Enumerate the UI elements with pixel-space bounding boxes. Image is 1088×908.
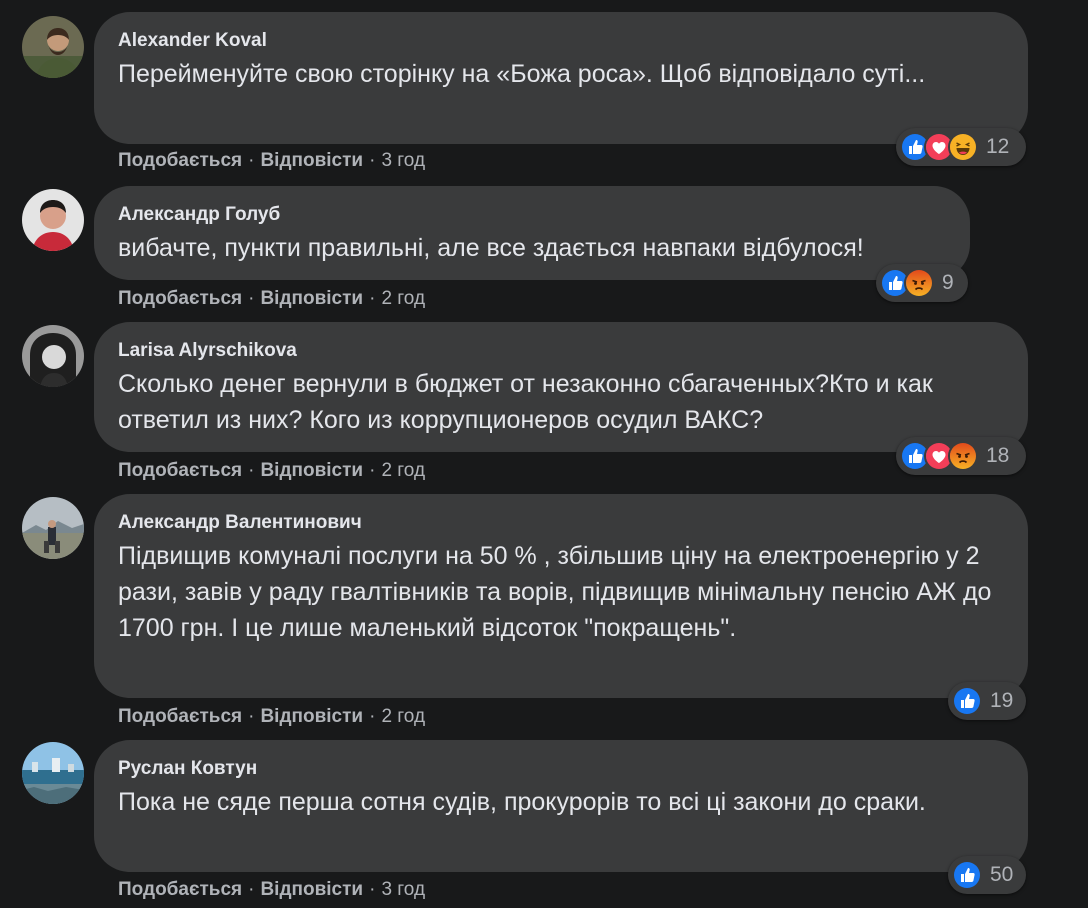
comment-text: Пока не сяде перша сотня судів, прокурор… <box>118 788 926 816</box>
like-link[interactable]: Подобається <box>118 879 242 900</box>
comment-timestamp[interactable]: 3 год <box>381 150 425 171</box>
comment-author[interactable]: Александр Валентинович <box>118 512 1002 534</box>
angry-icon <box>904 268 934 298</box>
comment-actions: Подобається · Відповісти · 2 год <box>118 288 426 309</box>
avatar[interactable] <box>22 742 84 804</box>
avatar[interactable] <box>22 189 84 251</box>
comment-timestamp[interactable]: 2 год <box>381 706 425 727</box>
like-link[interactable]: Подобається <box>118 460 242 481</box>
like-icon <box>952 686 982 716</box>
reply-link[interactable]: Відповісти <box>260 288 363 309</box>
comment-text: вибачте, пункти правильні, але все здаєт… <box>118 234 864 262</box>
comment-author[interactable]: Larisa Alyrschikova <box>118 340 1002 362</box>
comment-bubble: Руслан Ковтун Пока не сяде перша сотня с… <box>94 740 1028 872</box>
comment-text: Підвищив комуналі послуги на 50 % , збіл… <box>118 542 992 642</box>
avatar[interactable] <box>22 497 84 559</box>
like-link[interactable]: Подобається <box>118 288 242 309</box>
reaction-summary[interactable]: 19 <box>948 682 1026 720</box>
avatar[interactable] <box>22 325 84 387</box>
avatar[interactable] <box>22 16 84 78</box>
reaction-count: 12 <box>986 135 1010 158</box>
reply-link[interactable]: Відповісти <box>260 150 363 171</box>
reaction-summary[interactable]: 12 <box>896 128 1026 166</box>
haha-icon <box>948 132 978 162</box>
reaction-count: 18 <box>986 444 1010 467</box>
comment-actions: Подобається · Відповісти · 2 год <box>118 706 426 727</box>
like-icon <box>952 860 982 890</box>
comment-actions: Подобається · Відповісти · 3 год <box>118 879 426 900</box>
comment-actions: Подобається · Відповісти · 3 год <box>118 150 426 171</box>
comment-bubble: Larisa Alyrschikova Сколько денег вернул… <box>94 322 1028 452</box>
reply-link[interactable]: Відповісти <box>260 879 363 900</box>
comment-timestamp[interactable]: 2 год <box>381 460 425 481</box>
comment-actions: Подобається · Відповісти · 2 год <box>118 460 426 481</box>
comment-bubble: Александр Голуб вибачте, пункти правильн… <box>94 186 970 280</box>
reaction-summary[interactable]: 50 <box>948 856 1026 894</box>
like-link[interactable]: Подобається <box>118 706 242 727</box>
reply-link[interactable]: Відповісти <box>260 706 363 727</box>
angry-icon <box>948 441 978 471</box>
comment-text: Сколько денег вернули в бюджет от незако… <box>118 370 933 434</box>
reaction-count: 9 <box>942 271 954 294</box>
comment-bubble: Alexander Koval Перейменуйте свою сторін… <box>94 12 1028 144</box>
like-link[interactable]: Подобається <box>118 150 242 171</box>
comment-bubble: Александр Валентинович Підвищив комуналі… <box>94 494 1028 698</box>
comment-author[interactable]: Alexander Koval <box>118 30 1002 52</box>
reaction-count: 19 <box>990 689 1014 712</box>
reply-link[interactable]: Відповісти <box>260 460 363 481</box>
reaction-summary[interactable]: 18 <box>896 437 1026 475</box>
comment-timestamp[interactable]: 3 год <box>381 879 425 900</box>
comment-timestamp[interactable]: 2 год <box>381 288 425 309</box>
comment-text: Перейменуйте свою сторінку на «Божа роса… <box>118 60 926 88</box>
reaction-summary[interactable]: 9 <box>876 264 968 302</box>
reaction-count: 50 <box>990 863 1014 886</box>
comment-author[interactable]: Руслан Ковтун <box>118 758 1002 780</box>
comment-author[interactable]: Александр Голуб <box>118 204 944 226</box>
